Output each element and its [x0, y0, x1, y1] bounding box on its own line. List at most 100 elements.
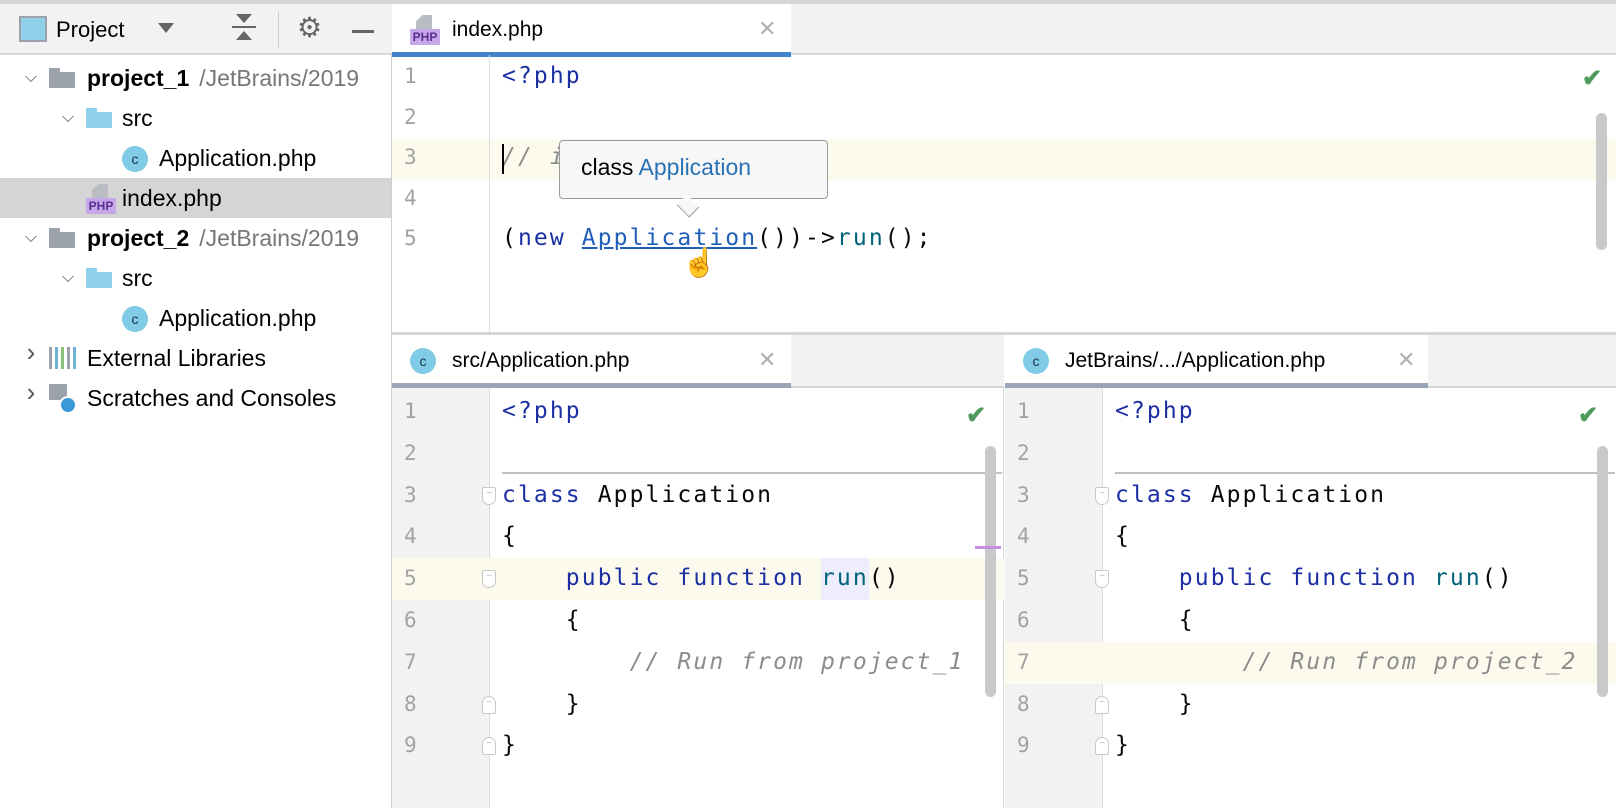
line-number: 3 — [1017, 482, 1030, 507]
item-name: Scratches and Consoles — [87, 385, 337, 411]
php-file-icon: PHP — [86, 184, 116, 214]
fold-marker-icon[interactable]: − — [482, 570, 496, 589]
close-tab-icon[interactable]: ✕ — [1397, 347, 1415, 373]
collapse-all-icon[interactable] — [232, 14, 256, 44]
fold-marker-icon[interactable]: − — [1095, 737, 1109, 756]
folder-grey-icon — [49, 228, 75, 248]
tree-item[interactable]: c Application.php — [0, 138, 391, 178]
function-token: run — [1433, 565, 1482, 592]
php-class-icon: c — [1023, 348, 1049, 374]
line-number: 1 — [404, 64, 417, 88]
code-line: class Application — [1115, 482, 1386, 508]
keyword-token: class — [502, 481, 582, 508]
fold-marker-icon[interactable]: − — [482, 695, 496, 714]
code-token: { — [502, 523, 518, 550]
item-name: project_2 — [87, 225, 190, 251]
editor-tabs: c src/Application.php ✕ — [392, 335, 1004, 388]
hide-minus-icon[interactable] — [352, 30, 374, 33]
gear-icon[interactable]: ⚙ — [297, 12, 322, 44]
line-number: 3 — [404, 145, 417, 170]
line-number: 1 — [404, 399, 417, 423]
keyword-token: class — [1115, 481, 1195, 508]
tooltip-class-link[interactable]: Application — [639, 154, 752, 180]
chevron-right-icon[interactable]: › — [21, 379, 41, 405]
fold-marker-icon[interactable]: − — [1095, 486, 1109, 505]
tree-item-label: project_1/JetBrains/2019 — [87, 65, 359, 92]
method-separator — [502, 472, 1002, 474]
close-tab-icon[interactable]: ✕ — [758, 16, 776, 42]
tab-index-php[interactable]: PHP index.php ✕ — [392, 4, 791, 57]
code-line: <?php — [502, 398, 582, 424]
project-view-selector[interactable]: Project — [56, 17, 176, 45]
line-number: 4 — [404, 185, 417, 210]
tree-item[interactable]: PHP index.php — [0, 178, 391, 218]
chevron-down-icon[interactable]: ⌵ — [58, 108, 78, 128]
method-separator — [1115, 472, 1615, 474]
close-tab-icon[interactable]: ✕ — [758, 347, 776, 373]
fold-marker-icon[interactable]: − — [482, 737, 496, 756]
tree-item-label: Application.php — [159, 305, 316, 332]
tree-item[interactable]: c Application.php — [0, 298, 391, 338]
vertical-scrollbar[interactable] — [1596, 113, 1607, 250]
chevron-down-icon[interactable]: ⌵ — [21, 228, 41, 248]
editor-tabs: PHP index.php ✕ — [392, 0, 1616, 57]
tab-label: src/Application.php — [452, 349, 630, 372]
tab-label: JetBrains/.../Application.php — [1065, 349, 1326, 372]
line-number: 9 — [1017, 733, 1030, 758]
tree-item[interactable]: ⌵ src — [0, 98, 391, 138]
tree-item[interactable]: › Scratches and Consoles — [0, 378, 391, 418]
toolbar-divider — [278, 12, 279, 48]
inspection-ok-icon[interactable]: ✔ — [1582, 64, 1602, 93]
code-token: { — [1115, 523, 1131, 550]
code-token: Application — [581, 481, 774, 508]
code-token: } — [502, 690, 582, 717]
line-number: 5 — [1017, 566, 1030, 591]
function-token: run — [836, 225, 885, 252]
chevron-down-icon[interactable]: ⌵ — [21, 68, 41, 88]
code-token: ( — [502, 225, 518, 252]
inspection-ok-icon[interactable]: ✔ — [1578, 401, 1598, 430]
tab-src-application[interactable]: c src/Application.php ✕ — [392, 335, 791, 388]
fold-marker-icon[interactable]: − — [1095, 570, 1109, 589]
keyword-token: <?php — [502, 398, 582, 424]
usage-marker[interactable] — [975, 546, 1001, 549]
inspection-ok-icon[interactable]: ✔ — [966, 401, 986, 430]
folder-grey-icon — [49, 68, 75, 88]
line-number: 6 — [1017, 608, 1030, 632]
tree-item[interactable]: ⌵ project_2/JetBrains/2019 — [0, 218, 391, 258]
tab-label: index.php — [452, 18, 544, 41]
function-token: run — [820, 565, 869, 592]
code-token: { — [1115, 607, 1195, 633]
chevron-down-icon[interactable]: ⌵ — [58, 268, 78, 288]
tree-item[interactable]: ⌵ src — [0, 258, 391, 298]
code-line: { — [1115, 523, 1131, 549]
code-line: <?php — [502, 63, 582, 89]
text-caret — [502, 144, 504, 174]
tree-item[interactable]: › External Libraries — [0, 338, 391, 378]
code-token: { — [502, 607, 582, 633]
vertical-scrollbar[interactable] — [1597, 446, 1608, 697]
fold-marker-icon[interactable]: − — [1095, 695, 1109, 714]
fold-marker-icon[interactable]: − — [482, 486, 496, 505]
chevron-right-icon[interactable]: › — [21, 339, 41, 365]
code-line: public function run() — [1115, 565, 1514, 591]
code-line: public function run() — [502, 565, 901, 591]
tree-item[interactable]: ⌵ project_1/JetBrains/2019 — [0, 58, 391, 98]
class-reference-link[interactable]: Application — [582, 225, 757, 251]
tree-item-label: Application.php — [159, 145, 316, 172]
code-line: } — [1115, 732, 1131, 758]
line-number: 4 — [404, 524, 417, 549]
tab-jetbrains-application[interactable]: c JetBrains/.../Application.php ✕ — [1005, 335, 1428, 388]
vertical-scrollbar[interactable] — [985, 446, 996, 697]
code-line: <?php — [1115, 398, 1195, 424]
php-class-icon: c — [122, 146, 148, 172]
code-line: class Application — [502, 482, 773, 508]
folder-blue-icon — [86, 268, 112, 288]
scratches-icon — [49, 384, 79, 414]
code-token: () — [1481, 565, 1514, 592]
folder-blue-icon — [86, 108, 112, 128]
item-name: project_1 — [87, 65, 190, 91]
php-class-icon: c — [122, 306, 148, 332]
